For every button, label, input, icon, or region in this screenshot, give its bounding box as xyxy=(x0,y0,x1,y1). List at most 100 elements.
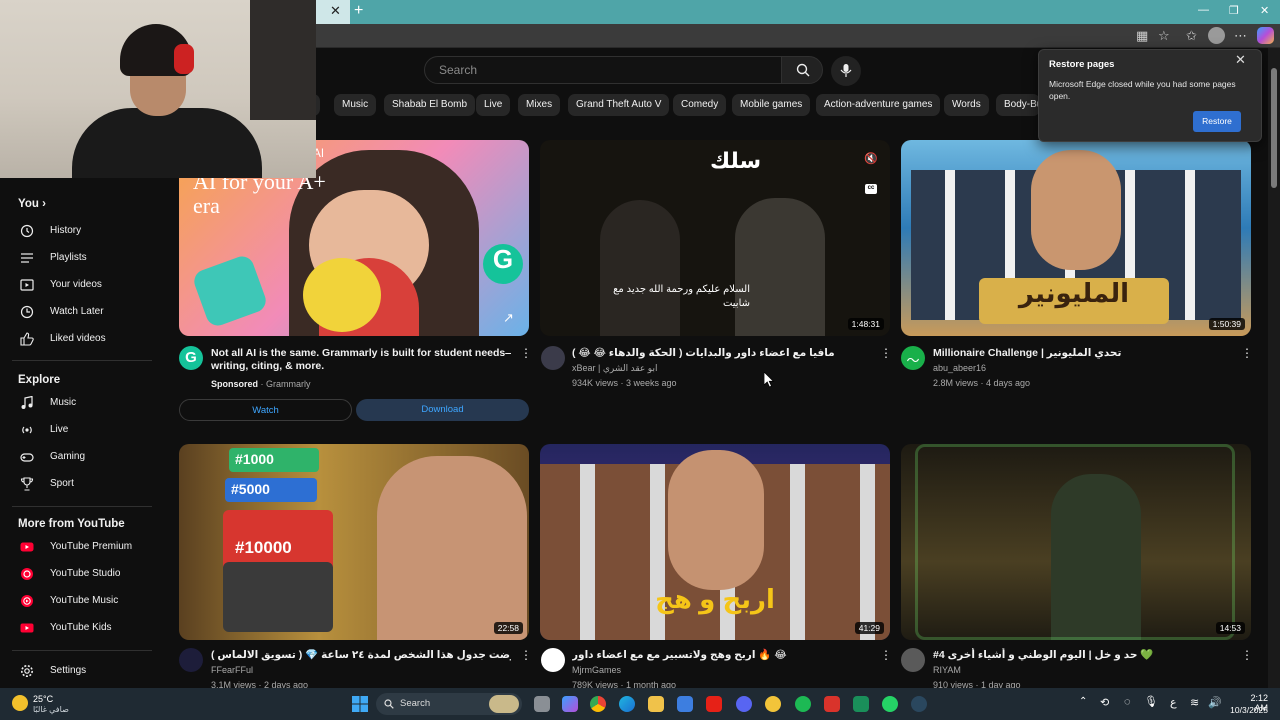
search-input[interactable]: Search xyxy=(424,56,782,84)
page-scrollbar[interactable] xyxy=(1268,48,1280,688)
split-screen-icon[interactable]: ▦ xyxy=(1136,28,1148,44)
sidebar-item-youtube-studio[interactable]: YouTube Studio xyxy=(0,561,158,587)
video-title[interactable]: Millionaire Challenge | تحدي المليونير xyxy=(933,346,1233,360)
chip-words[interactable]: Words xyxy=(944,94,989,116)
more-options-icon[interactable]: ⋮ xyxy=(520,346,532,360)
language-indicator[interactable]: ع xyxy=(1170,696,1177,709)
ad-title-line2[interactable]: writing, citing, & more. xyxy=(211,359,511,373)
grammarly-avatar[interactable]: G xyxy=(179,346,203,370)
windows-start-icon[interactable] xyxy=(352,696,368,712)
copilot-icon[interactable] xyxy=(1257,27,1274,44)
app-icon[interactable] xyxy=(853,696,869,712)
sidebar-you-header[interactable]: You › xyxy=(18,198,46,210)
chevron-up-icon[interactable]: ⌃ xyxy=(1079,696,1087,707)
closed-captions-icon[interactable]: cc xyxy=(865,184,877,194)
more-options-icon[interactable]: ⋮ xyxy=(880,346,892,360)
video-thumbnail[interactable]: المليونير 1:50:39 xyxy=(901,140,1251,336)
file-explorer-icon[interactable] xyxy=(648,696,664,712)
ad-watch-button[interactable]: Watch xyxy=(179,399,352,421)
chip-mixes[interactable]: Mixes xyxy=(518,94,561,116)
channel-name[interactable]: RIYAM xyxy=(933,665,961,675)
more-options-icon[interactable]: ⋮ xyxy=(1241,346,1253,360)
spotify-icon[interactable] xyxy=(795,696,811,712)
video-thumbnail[interactable]: 14:53 xyxy=(901,444,1251,640)
clock-date[interactable]: 10/3/2025 xyxy=(1224,705,1268,715)
favorite-star-icon[interactable]: ☆ xyxy=(1158,28,1170,44)
video-thumbnail[interactable]: سلك السلام عليكم ورحمة الله جديد مع شابي… xyxy=(540,140,890,336)
chip-mobile-games[interactable]: Mobile games xyxy=(732,94,811,116)
volume-icon[interactable]: 🔊 xyxy=(1208,696,1222,709)
sidebar-item-history[interactable]: History xyxy=(0,218,158,244)
video-title[interactable]: اربح وهج ولاتسبير مع مع اعضاء داور 🔥 😂 xyxy=(572,648,872,662)
discord-icon[interactable] xyxy=(736,696,752,712)
copilot-taskbar-icon[interactable] xyxy=(562,696,578,712)
channel-name[interactable]: xBear | ابو عقد الشري xyxy=(572,363,657,374)
search-button[interactable] xyxy=(781,56,823,84)
voicemeeter-icon[interactable] xyxy=(824,696,840,712)
restore-button[interactable]: Restore xyxy=(1193,111,1241,132)
sidebar-item-sport[interactable]: Sport xyxy=(0,471,158,497)
settings-more-icon[interactable]: ⋯ xyxy=(1234,28,1247,44)
close-tab-icon[interactable]: ✕ xyxy=(330,3,341,19)
weather-temp[interactable]: 25°C xyxy=(33,694,53,704)
chip-comedy[interactable]: Comedy xyxy=(673,94,727,116)
channel-avatar[interactable] xyxy=(541,346,565,370)
video-title[interactable]: ( 😂 😂 مافيا مع اعضاء داور والبدايات ( ال… xyxy=(572,346,872,360)
chrome-icon[interactable] xyxy=(590,696,606,712)
chip-live[interactable]: Live xyxy=(476,94,511,116)
sidebar-item-youtube-music[interactable]: YouTube Music xyxy=(0,588,158,614)
whatsapp-icon[interactable] xyxy=(882,696,898,712)
profile-avatar[interactable] xyxy=(1208,27,1225,44)
headset-icon[interactable]: ◌ xyxy=(1124,696,1131,708)
weather-icon[interactable] xyxy=(12,695,28,711)
video-thumbnail[interactable]: #1000 #5000 #10000 22:58 xyxy=(179,444,529,640)
advertiser-name[interactable]: Grammarly xyxy=(266,379,311,389)
task-view-icon[interactable] xyxy=(534,696,550,712)
new-tab-button[interactable]: + xyxy=(354,2,363,20)
ad-title-line1[interactable]: Not all AI is the same. Grammarly is bui… xyxy=(211,346,511,360)
channel-name[interactable]: abu_abeer16 xyxy=(933,363,986,373)
sidebar-item-your-videos[interactable]: Your videos xyxy=(0,272,158,298)
channel-avatar[interactable]: 〜 xyxy=(901,346,925,370)
video-thumbnail[interactable]: اربح و هج 41:29 xyxy=(540,444,890,640)
channel-name[interactable]: FFearFFul xyxy=(211,665,253,675)
app-icon[interactable] xyxy=(765,696,781,712)
sidebar-item-liked-videos[interactable]: Liked videos xyxy=(0,326,158,352)
sidebar-item-playlists[interactable]: Playlists xyxy=(0,245,158,271)
weather-condition[interactable]: صافي غالبًا xyxy=(33,705,69,714)
favorites-icon[interactable]: ✩ xyxy=(1186,28,1197,44)
voice-search-button[interactable] xyxy=(831,56,861,86)
channel-avatar[interactable] xyxy=(901,648,925,672)
scrollbar-thumb[interactable] xyxy=(1271,68,1277,188)
chip-body-building[interactable]: Body-Bu xyxy=(996,94,1040,116)
youtube-icon[interactable] xyxy=(706,696,722,712)
video-title[interactable]: عرضت جدول هذا الشخص لمدة ٢٤ ساعة 💎 ( تسو… xyxy=(211,648,511,662)
more-options-icon[interactable]: ⋮ xyxy=(880,648,892,662)
chip-action-adventure[interactable]: Action-adventure games xyxy=(816,94,941,116)
close-icon[interactable]: ✕ xyxy=(1235,52,1246,68)
ad-download-button[interactable]: Download xyxy=(356,399,529,421)
steam-icon[interactable] xyxy=(911,696,927,712)
edge-icon[interactable] xyxy=(619,696,635,712)
channel-name[interactable]: MjrmGames xyxy=(572,665,621,675)
microphone-icon[interactable]: 🎙 xyxy=(1144,695,1158,708)
video-title[interactable]: #4 حد و خل | اليوم الوطني و أشياء أخرى 💚 xyxy=(933,648,1233,662)
search-highlight-icon[interactable] xyxy=(489,695,519,713)
minimize-button[interactable]: — xyxy=(1198,4,1209,16)
more-options-icon[interactable]: ⋮ xyxy=(1241,648,1253,662)
chip-gta-v[interactable]: Grand Theft Auto V xyxy=(568,94,670,116)
store-icon[interactable] xyxy=(677,696,693,712)
channel-avatar[interactable] xyxy=(541,648,565,672)
network-icon[interactable]: ⟲ xyxy=(1100,696,1109,709)
sidebar-item-music[interactable]: Music xyxy=(0,390,158,416)
sidebar-item-youtube-premium[interactable]: YouTube Premium xyxy=(0,534,158,560)
wifi-icon[interactable]: ≋ xyxy=(1190,696,1199,709)
sidebar-item-youtube-kids[interactable]: YouTube Kids xyxy=(0,615,158,641)
chip-shabab-el-bomb[interactable]: Shabab El Bomb xyxy=(384,94,476,116)
chip-music[interactable]: Music xyxy=(334,94,377,116)
mute-icon[interactable]: 🔇 xyxy=(864,152,878,165)
sidebar-item-gaming[interactable]: Gaming xyxy=(0,444,158,470)
sidebar-item-watch-later[interactable]: Watch Later xyxy=(0,299,158,325)
channel-avatar[interactable] xyxy=(179,648,203,672)
more-options-icon[interactable]: ⋮ xyxy=(520,648,532,662)
